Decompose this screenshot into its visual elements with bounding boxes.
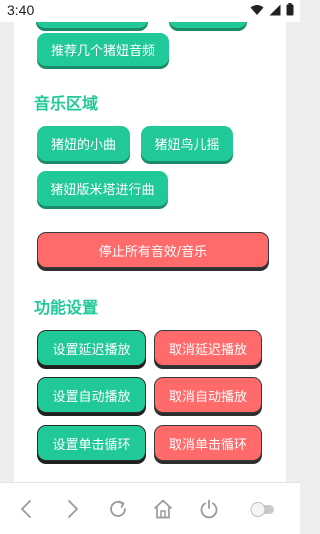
status-bar: 3:40	[0, 0, 300, 22]
stop-all-sounds-button[interactable]: 停止所有音效/音乐	[37, 232, 269, 268]
song-button-1[interactable]: 猪妞的小曲	[37, 126, 130, 161]
cancel-delay-play-button[interactable]: 取消延迟播放	[154, 330, 262, 366]
set-delay-play-button[interactable]: 设置延迟播放	[37, 330, 146, 366]
power-icon[interactable]	[197, 497, 221, 521]
cancel-single-loop-button[interactable]: 取消单击循环	[154, 425, 262, 461]
set-single-loop-button[interactable]: 设置单击循环	[37, 425, 146, 461]
main-content[interactable]: 推荐几个猪妞音频 音乐区域 猪妞的小曲 猪妞鸟儿摇 猪妞版米塔进行曲 停止所有音…	[14, 22, 286, 482]
status-icons	[250, 3, 294, 16]
battery-icon	[286, 3, 294, 16]
forward-icon[interactable]	[60, 497, 84, 521]
browser-nav-bar	[0, 482, 300, 534]
set-autoplay-button[interactable]: 设置自动播放	[37, 377, 146, 413]
cancel-autoplay-button[interactable]: 取消自动播放	[154, 377, 262, 413]
reload-icon[interactable]	[106, 497, 130, 521]
song-button-3[interactable]: 猪妞版米塔进行曲	[37, 171, 168, 206]
cell-signal-icon	[269, 4, 281, 15]
status-time: 3:40	[7, 2, 35, 18]
settings-section-title: 功能设置	[34, 298, 99, 317]
song-button-2[interactable]: 猪妞鸟儿摇	[141, 126, 233, 161]
hidden-top-button-2[interactable]	[169, 22, 247, 28]
toggle-switch[interactable]	[249, 497, 277, 521]
back-icon[interactable]	[15, 497, 39, 521]
wifi-icon	[250, 4, 264, 15]
recommend-audio-button[interactable]: 推荐几个猪妞音频	[37, 33, 169, 66]
music-section-title: 音乐区域	[34, 94, 99, 113]
hidden-top-button-1[interactable]	[36, 22, 148, 28]
home-icon[interactable]	[151, 497, 175, 521]
